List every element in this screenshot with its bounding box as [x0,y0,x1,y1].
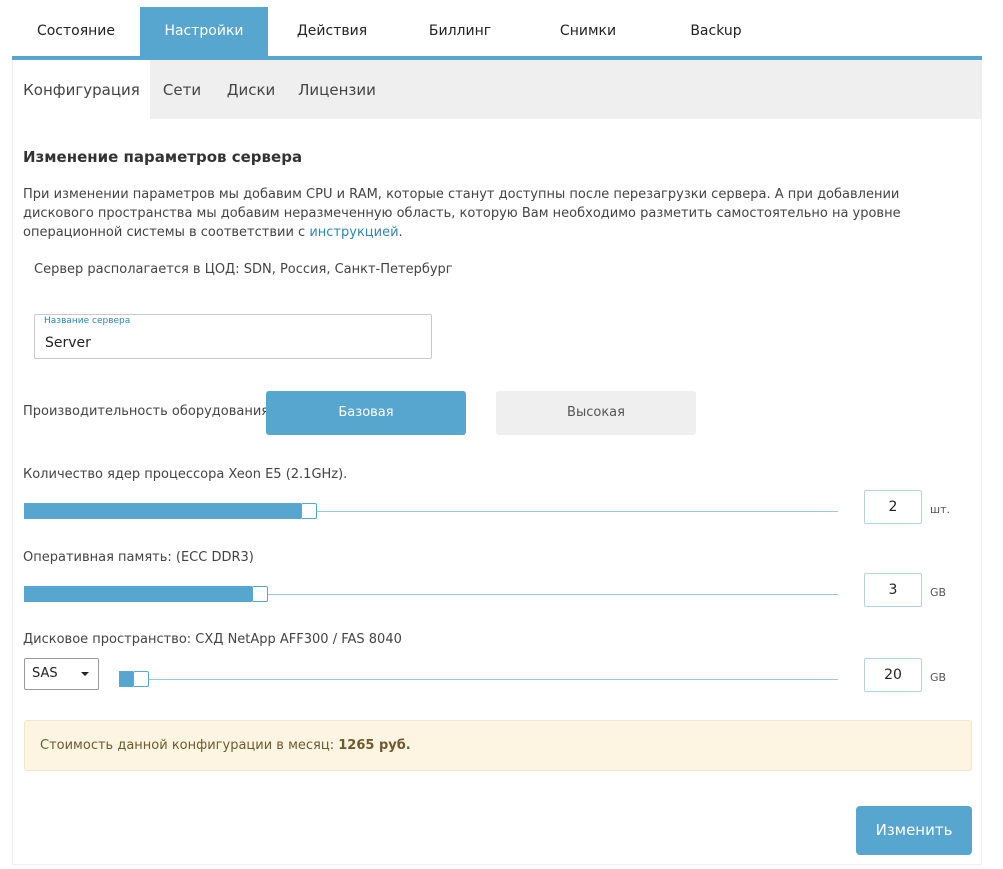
cost-label: Стоимость данной конфигурации в месяц: [40,738,339,753]
ram-slider-fill [24,586,252,602]
section-heading: Изменение параметров сервера [23,148,303,166]
chevron-down-icon [81,672,89,676]
ram-slider-handle[interactable] [252,586,268,602]
cost-summary: Стоимость данной конфигурации в месяц: 1… [24,720,972,771]
tab-billing[interactable]: Биллинг [396,7,524,56]
sub-tabs: Конфигурация Сети Диски Лицензии [13,60,981,119]
ram-unit: GB [930,586,947,599]
server-name-field[interactable]: Название сервера [34,314,432,359]
section-description: При изменении параметров мы добавим CPU … [23,185,963,242]
datacenter-location: Сервер располагается в ЦОД: SDN, Россия,… [34,262,453,277]
disk-type-select[interactable]: SAS [24,658,99,690]
tab-licenses[interactable]: Лицензии [288,60,386,119]
tab-status[interactable]: Состояние [12,7,140,56]
ram-label: Оперативная память: (ECC DDR3) [23,550,254,565]
cpu-slider-fill [24,503,301,519]
cpu-value-box[interactable]: 2 [864,490,922,524]
tab-disks[interactable]: Диски [214,60,288,119]
ram-value-box[interactable]: 3 [864,573,922,607]
tab-backup[interactable]: Backup [652,7,780,56]
instruction-link[interactable]: инструкцией [309,225,398,240]
top-tabs: Состояние Настройки Действия Биллинг Сни… [12,7,982,56]
cpu-unit: шт. [930,503,950,516]
cost-value: 1265 руб. [338,738,411,753]
cpu-label: Количество ядер процессора Xeon E5 (2.1G… [23,467,348,482]
performance-label: Производительность оборудования [23,404,270,419]
tab-networks[interactable]: Сети [150,60,214,119]
tab-actions[interactable]: Действия [268,7,396,56]
tab-configuration[interactable]: Конфигурация [13,60,150,119]
description-end: . [398,225,403,240]
description-text: При изменении параметров мы добавим CPU … [23,187,901,240]
disk-type-value: SAS [32,666,58,681]
performance-basic-button[interactable]: Базовая [266,391,466,435]
server-name-input[interactable] [45,332,415,354]
disk-slider-track[interactable] [119,679,838,680]
tab-snapshots[interactable]: Снимки [524,7,652,56]
disk-slider-handle[interactable] [133,671,149,687]
disk-value-box[interactable]: 20 [864,658,922,692]
disk-unit: GB [930,671,947,684]
submit-button[interactable]: Изменить [856,806,972,855]
tab-settings[interactable]: Настройки [140,7,268,56]
performance-high-button[interactable]: Высокая [496,391,696,435]
cpu-slider-handle[interactable] [301,503,317,519]
settings-panel: Конфигурация Сети Диски Лицензии Изменен… [12,60,982,865]
disk-slider-fill [119,671,133,687]
server-name-label: Название сервера [44,316,131,326]
disk-label: Дисковое пространство: СХД NetApp AFF300… [23,632,402,647]
